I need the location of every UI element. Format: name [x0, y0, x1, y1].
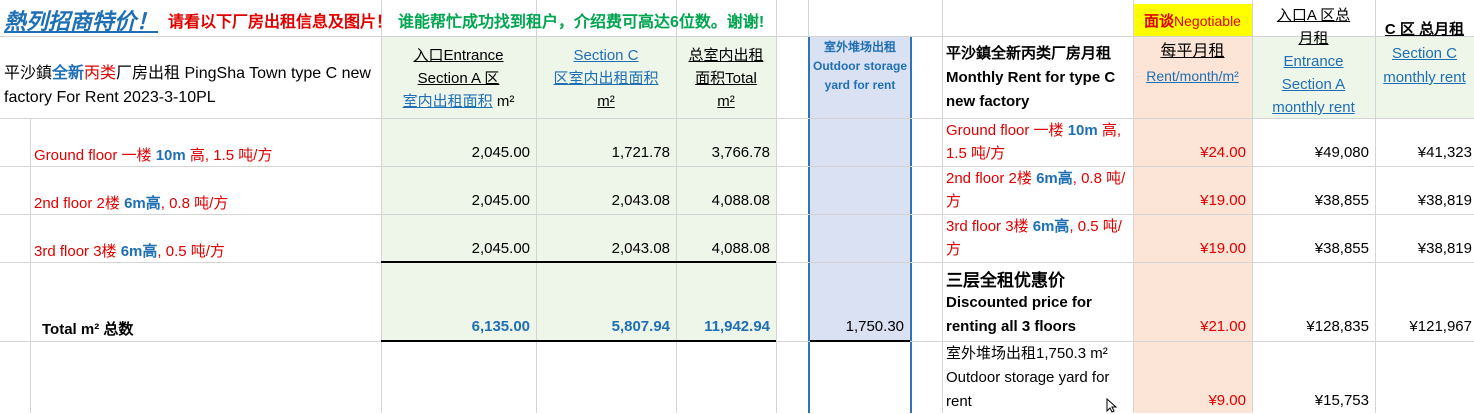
rent-description: 3rd floor 3楼 6m高, 0.5 吨/方 — [946, 218, 1122, 258]
floor-label: 2nd floor 2楼 6m高, 0.8 吨/方 — [34, 195, 229, 212]
rent-a-header: 入口A 区总月租 Entrance Section A monthly rent — [1272, 7, 1355, 116]
factory-title: 平沙鎮全新丙类厂房出租 PingSha Town type C new fact… — [4, 65, 371, 106]
total-area-total: 11,942.94 — [704, 318, 770, 335]
area-c-header: Section C 区室内出租面积 m² — [553, 46, 659, 110]
grid-line — [776, 0, 777, 413]
discount-price: ¥21.00 — [1200, 318, 1246, 335]
outdoor-rent-a: ¥15,753 — [1314, 392, 1369, 409]
area-total-value: 3,766.78 — [711, 144, 770, 161]
outdoor-description: 室外堆场出租1,750.3 m² Outdoor storage yard fo… — [946, 345, 1110, 410]
negotiable-label: 面谈Negotiable — [1144, 13, 1241, 30]
floor-label: Ground floor 一楼 10m 高, 1.5 吨/方 — [34, 147, 273, 164]
price-value: ¥24.00 — [1200, 144, 1246, 161]
total-rent-c: ¥121,967 — [1409, 318, 1472, 335]
area-c-value: 2,043.08 — [611, 240, 670, 257]
floor-label: 3rd floor 3楼 6m高, 0.5 吨/方 — [34, 243, 225, 260]
grid-line — [942, 0, 943, 413]
rent-a-value: ¥38,855 — [1314, 240, 1369, 257]
total-area-a: 6,135.00 — [471, 318, 530, 335]
grid-line — [0, 166, 1474, 167]
area-total-value: 4,088.08 — [711, 192, 770, 209]
area-total-header: 总室内出租 面积Total m² — [688, 46, 764, 110]
total-outdoor: 1,750.30 — [845, 318, 904, 335]
rent-title: 平沙鎮全新丙类厂房月租 Monthly Rent for type C new … — [946, 45, 1116, 110]
rent-a-value: ¥38,855 — [1314, 192, 1369, 209]
total-rent-a: ¥128,835 — [1306, 318, 1369, 335]
area-total-value: 4,088.08 — [711, 240, 770, 257]
area-a-header: 入口Entrance Section A 区 室内出租面积 m² — [402, 46, 515, 110]
rent-c-value: ¥38,819 — [1417, 240, 1472, 257]
banner-title: 熱列招商特价！ — [4, 9, 159, 34]
outdoor-total-border — [810, 340, 910, 342]
outdoor-header: 室外堆场出租 Outdoor storage yard for rent — [812, 40, 907, 92]
rent-description: 2nd floor 2楼 6m高, 0.8 吨/方 — [946, 170, 1126, 210]
rent-c-value: ¥41,323 — [1417, 144, 1472, 161]
area-a-value: 2,045.00 — [471, 240, 530, 257]
rent-c-value: ¥38,819 — [1417, 192, 1472, 209]
area-a-value: 2,045.00 — [471, 144, 530, 161]
total-bottom-border — [381, 340, 776, 342]
grid-line — [30, 118, 31, 413]
outdoor-price: ¥9.00 — [1208, 392, 1246, 409]
total-label: Total m² 总数 — [42, 321, 134, 338]
discount-title: 三层全租优惠价 — [946, 271, 1065, 290]
discount-description: Discounted price for renting all 3 floor… — [946, 294, 1092, 335]
price-value: ¥19.00 — [1200, 192, 1246, 209]
rent-a-value: ¥49,080 — [1314, 144, 1369, 161]
price-value: ¥19.00 — [1200, 240, 1246, 257]
rent-c-header: C 区 总月租 Section C monthly rent — [1383, 21, 1466, 86]
total-area-c: 5,807.94 — [611, 318, 670, 335]
rent-description: Ground floor 一楼 10m 高, 1.5 吨/方 — [946, 122, 1122, 162]
mouse-cursor-icon — [1106, 398, 1118, 413]
area-c-value: 2,043.08 — [611, 192, 670, 209]
grid-line — [0, 214, 1474, 215]
per-sqm-header: 每平月租 Rent/month/m² — [1146, 43, 1239, 84]
area-c-value: 1,721.78 — [611, 144, 670, 161]
banner-green-text: 谁能帮忙成功找到租户，介绍费可高达6位数。谢谢! — [398, 14, 765, 31]
area-a-value: 2,045.00 — [471, 192, 530, 209]
banner-red-text: 请看以下厂房出租信息及图片！ — [168, 14, 393, 31]
banner: 熱列招商特价！ 请看以下厂房出租信息及图片！ 谁能帮忙成功找到租户，介绍费可高达… — [4, 4, 940, 36]
